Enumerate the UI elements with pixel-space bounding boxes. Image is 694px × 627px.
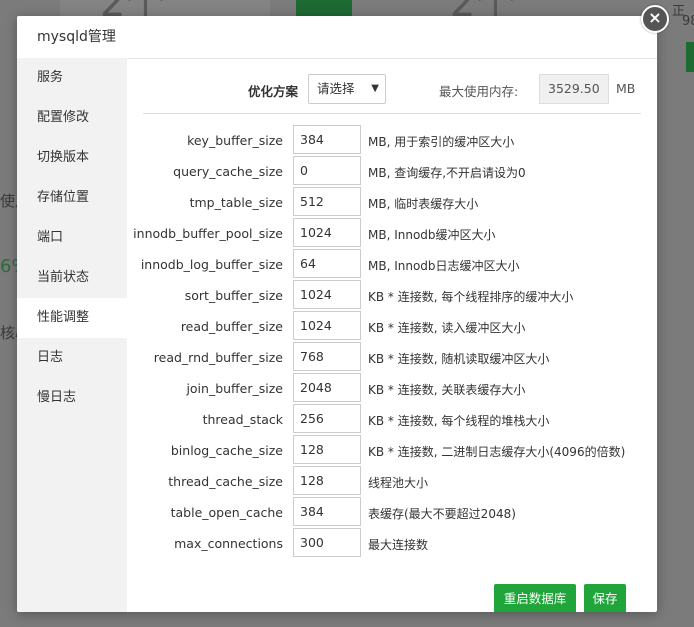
param-name: tmp_table_size bbox=[189, 195, 283, 210]
mysqld-manage-dialog: mysqld管理 服务 配置修改 切换版本 存储位置 端口 当前状态 性能调整 … bbox=[17, 16, 657, 612]
param-desc: KB * 连接数, 每个线程排序的缓冲大小 bbox=[368, 290, 574, 304]
param-input[interactable]: 384 bbox=[293, 497, 361, 526]
param-name: read_rnd_buffer_size bbox=[153, 350, 283, 365]
sidebar-item-service[interactable]: 服务 bbox=[17, 58, 127, 98]
param-row: read_buffer_size 1024 KB * 连接数, 读入缓冲区大小 bbox=[127, 310, 657, 341]
param-row: innodb_log_buffer_size 64 MB, Innodb日志缓冲区大… bbox=[127, 248, 657, 279]
param-desc: 表缓存(最大不要超过2048) bbox=[368, 507, 516, 521]
param-row: read_rnd_buffer_size 768 KB * 连接数, 随机读取缓冲区… bbox=[127, 341, 657, 372]
max-memory-label: 最大使用内存: bbox=[439, 84, 519, 99]
param-input[interactable]: 1024 bbox=[293, 311, 361, 340]
param-input[interactable]: 300 bbox=[293, 528, 361, 557]
param-input[interactable]: 768 bbox=[293, 342, 361, 371]
param-input[interactable]: 128 bbox=[293, 435, 361, 464]
param-name: sort_buffer_size bbox=[184, 288, 283, 303]
sidebar-item-config[interactable]: 配置修改 bbox=[17, 98, 127, 138]
optimize-row: 优化方案 请选择 ▼ 最大使用内存: 3529.50 MB bbox=[143, 72, 641, 106]
close-icon[interactable]: × bbox=[641, 5, 669, 33]
param-name: thread_stack bbox=[202, 412, 283, 427]
bg-green-button bbox=[686, 42, 694, 72]
param-row: join_buffer_size 2048 KB * 连接数, 关联表缓存大小 bbox=[127, 372, 657, 403]
param-row: query_cache_size 0 MB, 查询缓存,不开启请设为0 bbox=[127, 155, 657, 186]
max-memory-unit: MB bbox=[616, 81, 636, 96]
param-desc: KB * 连接数, 随机读取缓冲区大小 bbox=[368, 352, 550, 366]
bg-green-tile bbox=[296, 0, 352, 16]
param-desc: MB, Innodb日志缓冲区大小 bbox=[368, 259, 520, 273]
param-desc: MB, 查询缓存,不开启请设为0 bbox=[368, 166, 526, 180]
param-desc: KB * 连接数, 关联表缓存大小 bbox=[368, 383, 526, 397]
param-input[interactable]: 128 bbox=[293, 466, 361, 495]
param-name: innodb_log_buffer_size bbox=[140, 257, 283, 272]
bg-text-right-2: 98 bbox=[682, 14, 694, 29]
performance-panel: 优化方案 请选择 ▼ 最大使用内存: 3529.50 MB key_buffer… bbox=[127, 58, 657, 612]
plan-select-value: 请选择 bbox=[317, 81, 355, 96]
param-desc: MB, 用于索引的缓冲区大小 bbox=[368, 135, 515, 149]
param-input[interactable]: 1024 bbox=[293, 280, 361, 309]
param-row: thread_cache_size 128 线程池大小 bbox=[127, 465, 657, 496]
sidebar-item-performance[interactable]: 性能调整 bbox=[17, 298, 127, 338]
param-row: innodb_buffer_pool_size 1024 MB, Innodb缓冲区… bbox=[127, 217, 657, 248]
dialog-sidebar: 服务 配置修改 切换版本 存储位置 端口 当前状态 性能调整 日志 慢日志 bbox=[17, 58, 127, 612]
param-input[interactable]: 256 bbox=[293, 404, 361, 433]
param-desc: MB, 临时表缓存大小 bbox=[368, 197, 479, 211]
divider bbox=[143, 113, 641, 114]
param-name: query_cache_size bbox=[173, 164, 283, 179]
param-desc: 最大连接数 bbox=[368, 538, 429, 552]
param-name: table_open_cache bbox=[170, 505, 283, 520]
plan-label: 优化方案 bbox=[247, 84, 298, 99]
param-name: binlog_cache_size bbox=[170, 443, 283, 458]
param-name: max_connections bbox=[174, 536, 283, 551]
sidebar-item-log[interactable]: 日志 bbox=[17, 338, 127, 378]
param-input[interactable]: 384 bbox=[293, 125, 361, 154]
save-button[interactable]: 保存 bbox=[584, 584, 626, 612]
dialog-title: mysqld管理 bbox=[17, 16, 657, 59]
param-desc: KB * 连接数, 读入缓冲区大小 bbox=[368, 321, 526, 335]
param-input[interactable]: 512 bbox=[293, 187, 361, 216]
plan-select[interactable]: 请选择 ▼ bbox=[308, 74, 386, 104]
param-input[interactable]: 2048 bbox=[293, 373, 361, 402]
param-desc: KB * 连接数, 每个线程的堆栈大小 bbox=[368, 414, 550, 428]
param-desc: KB * 连接数, 二进制日志缓存大小(4096的倍数) bbox=[368, 445, 626, 459]
param-row: tmp_table_size 512 MB, 临时表缓存大小 bbox=[127, 186, 657, 217]
param-list: key_buffer_size 384 MB, 用于索引的缓冲区大小 query_c… bbox=[127, 124, 657, 558]
param-name: join_buffer_size bbox=[186, 381, 283, 396]
param-desc: 线程池大小 bbox=[368, 476, 429, 490]
param-name: innodb_buffer_pool_size bbox=[133, 226, 283, 241]
param-input[interactable]: 1024 bbox=[293, 218, 361, 247]
max-memory-input[interactable]: 3529.50 bbox=[539, 74, 609, 104]
sidebar-item-storage[interactable]: 存储位置 bbox=[17, 178, 127, 218]
restart-database-button[interactable]: 重启数据库 bbox=[494, 584, 576, 612]
sidebar-item-slow-log[interactable]: 慢日志 bbox=[17, 378, 127, 418]
param-input[interactable]: 0 bbox=[293, 156, 361, 185]
param-row: max_connections 300 最大连接数 bbox=[127, 527, 657, 558]
param-input[interactable]: 64 bbox=[293, 249, 361, 278]
sidebar-item-port[interactable]: 端口 bbox=[17, 218, 127, 258]
param-row: thread_stack 256 KB * 连接数, 每个线程的堆栈大小 bbox=[127, 403, 657, 434]
param-row: table_open_cache 384 表缓存(最大不要超过2048) bbox=[127, 496, 657, 527]
param-row: sort_buffer_size 1024 KB * 连接数, 每个线程排序的缓冲大… bbox=[127, 279, 657, 310]
sidebar-item-switch-version[interactable]: 切换版本 bbox=[17, 138, 127, 178]
sidebar-item-status[interactable]: 当前状态 bbox=[17, 258, 127, 298]
param-row: binlog_cache_size 128 KB * 连接数, 二进制日志缓存大小(… bbox=[127, 434, 657, 465]
param-row: key_buffer_size 384 MB, 用于索引的缓冲区大小 bbox=[127, 124, 657, 155]
param-name: key_buffer_size bbox=[187, 133, 283, 148]
param-name: read_buffer_size bbox=[180, 319, 283, 334]
chevron-down-icon: ▼ bbox=[371, 83, 379, 94]
param-desc: MB, Innodb缓冲区大小 bbox=[368, 228, 496, 242]
param-name: thread_cache_size bbox=[168, 474, 283, 489]
